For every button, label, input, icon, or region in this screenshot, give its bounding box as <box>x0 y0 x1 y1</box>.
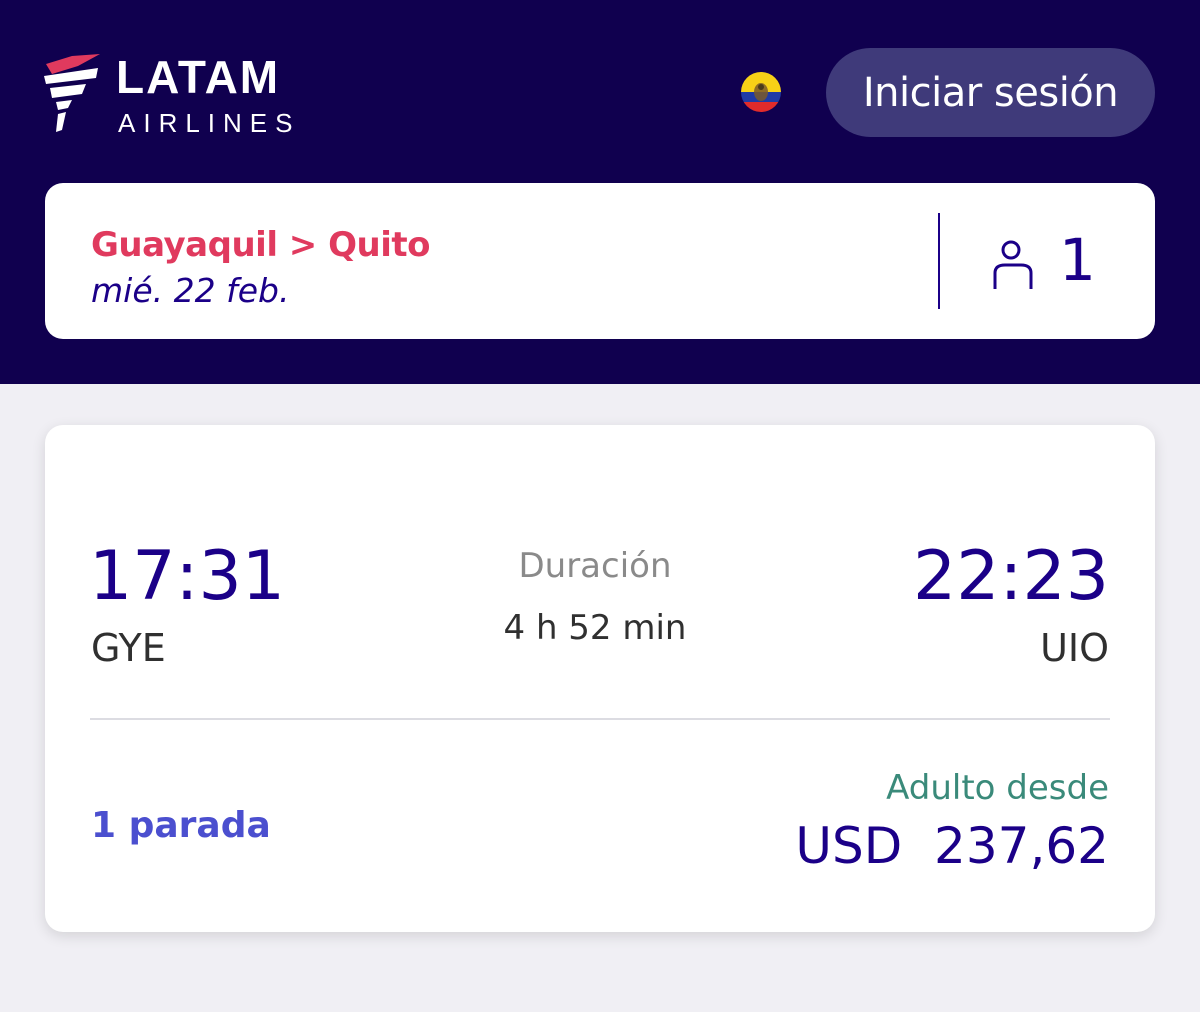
price-label: Adulto desde <box>886 768 1109 808</box>
departure-airport-code: GYE <box>91 626 166 670</box>
duration-value: 4 h 52 min <box>503 608 687 648</box>
route-text: Guayaquil > Quito <box>91 225 431 265</box>
card-divider <box>90 718 1110 720</box>
duration-label: Duración <box>518 546 672 586</box>
login-button[interactable]: Iniciar sesión <box>826 48 1155 137</box>
date-text: mié. 22 feb. <box>91 271 290 310</box>
flight-result-card[interactable]: 17:31 GYE Duración 4 h 52 min 22:23 UIO … <box>45 425 1155 932</box>
arrival-time: 22:23 <box>913 537 1109 616</box>
price-value: USD 237,62 <box>795 817 1109 875</box>
stops-link[interactable]: 1 parada <box>91 805 271 846</box>
top-header: LATAM AIRLINES Iniciar sesión Guayaquil … <box>0 0 1200 384</box>
vertical-divider <box>938 213 940 309</box>
search-summary-card[interactable]: Guayaquil > Quito mié. 22 feb. 1 <box>45 183 1155 339</box>
passenger-count: 1 <box>1059 226 1096 294</box>
latam-logo[interactable]: LATAM AIRLINES <box>42 44 342 144</box>
flag-graphic <box>741 72 781 112</box>
person-icon <box>993 240 1033 289</box>
departure-time: 17:31 <box>89 537 285 616</box>
logo-subtitle-text: AIRLINES <box>118 108 301 138</box>
latam-logo-mark-icon <box>44 54 100 132</box>
ecuador-flag-icon[interactable] <box>741 72 781 112</box>
logo-brand-text: LATAM <box>116 51 281 103</box>
arrival-airport-code: UIO <box>1040 626 1109 670</box>
